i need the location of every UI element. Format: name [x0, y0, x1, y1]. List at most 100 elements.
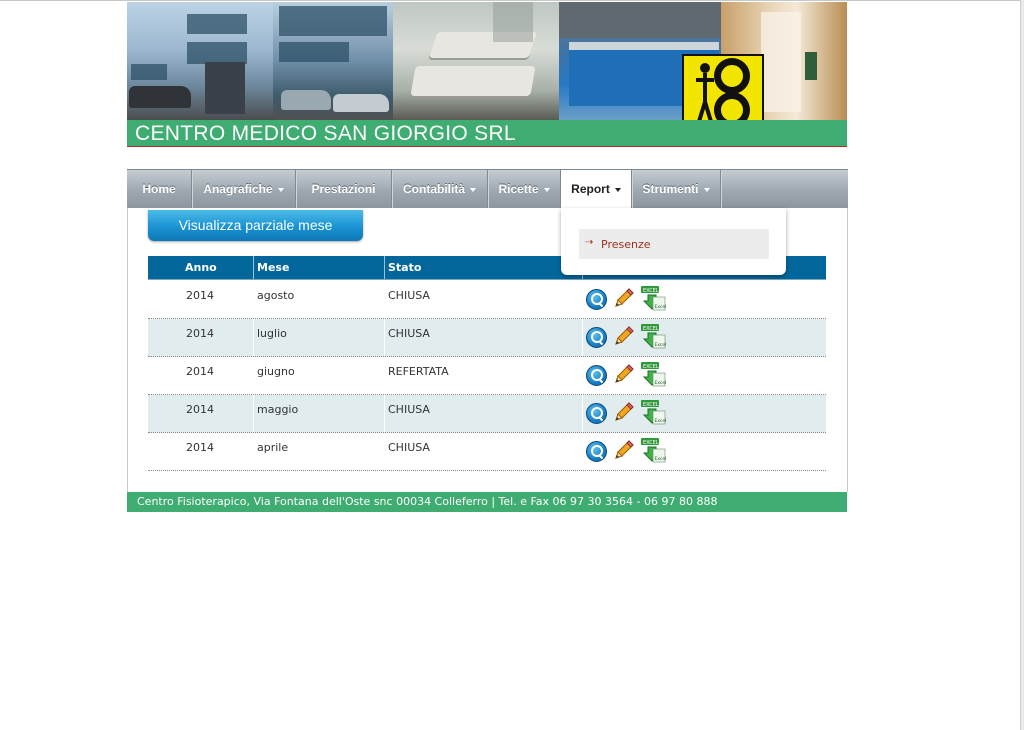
view-icon[interactable] — [586, 365, 607, 386]
svg-text:Excel: Excel — [655, 304, 667, 310]
building-photo — [127, 2, 273, 120]
svg-text:EXCEL: EXCEL — [643, 364, 659, 370]
svg-text:Excel: Excel — [655, 418, 667, 424]
edit-pencil-icon[interactable] — [612, 400, 636, 424]
header-divider — [127, 146, 847, 147]
therapy-room-photo — [393, 2, 559, 120]
excel-export-icon[interactable]: EXCEL Excel — [640, 399, 666, 425]
svg-text:EXCEL: EXCEL — [643, 326, 659, 332]
column-divider — [253, 281, 254, 318]
excel-export-icon[interactable]: EXCEL Excel — [640, 323, 666, 349]
site-title: CENTRO MEDICO SAN GIORGIO SRL — [135, 122, 516, 145]
view-partial-month-button[interactable]: Visualizza parziale mese — [148, 210, 363, 241]
nav-ricette-label: Ricette — [498, 182, 539, 196]
cell-stato: CHIUSA — [388, 441, 430, 454]
column-divider — [253, 395, 254, 432]
cell-mese: agosto — [257, 289, 295, 302]
table-row: 2014 luglio CHIUSA EXCEL Excel — [148, 319, 826, 357]
building-photo-right — [273, 2, 393, 120]
nav-home[interactable]: Home — [127, 170, 192, 208]
cell-mese: maggio — [257, 403, 299, 416]
edit-pencil-icon[interactable] — [612, 362, 636, 386]
chevron-down-icon — [703, 187, 710, 192]
table-row: 2014 aprile CHIUSA EXCEL Excel — [148, 433, 826, 471]
column-divider — [582, 357, 583, 394]
nav-report[interactable]: Report — [561, 170, 632, 209]
view-icon[interactable] — [586, 403, 607, 424]
menu-item-presenze-label: Presenze — [601, 238, 651, 251]
column-divider — [384, 433, 385, 470]
window-top-border — [0, 0, 1021, 1]
column-divider — [253, 433, 254, 470]
view-icon[interactable] — [586, 327, 607, 348]
cell-anno: 2014 — [186, 327, 214, 340]
column-divider — [582, 319, 583, 356]
nav-anagrafiche-label: Anagrafiche — [203, 182, 273, 196]
edit-pencil-icon[interactable] — [612, 324, 636, 348]
cell-anno: 2014 — [186, 403, 214, 416]
nav-prestazioni-label: Prestazioni — [311, 182, 376, 196]
arrow-right-icon: ⇢ — [585, 237, 594, 248]
svg-text:EXCEL: EXCEL — [643, 402, 659, 408]
chevron-down-icon — [543, 187, 550, 192]
column-divider — [384, 319, 385, 356]
column-divider — [253, 256, 254, 279]
svg-text:Excel: Excel — [655, 456, 667, 462]
column-header-stato: Stato — [388, 261, 422, 274]
cell-stato: CHIUSA — [388, 289, 430, 302]
header-banner: CENTRO MEDICO SAN GIORGIO SRL — [127, 2, 847, 147]
column-header-anno: Anno — [185, 261, 217, 274]
chevron-down-icon — [470, 187, 476, 192]
edit-pencil-icon[interactable] — [612, 438, 636, 462]
nav-prestazioni[interactable]: Prestazioni — [296, 170, 392, 208]
cell-mese: giugno — [257, 365, 295, 378]
vertical-scrollbar[interactable] — [1020, 0, 1024, 730]
cell-stato: REFERTATA — [388, 365, 449, 378]
chevron-down-icon — [614, 187, 621, 192]
cell-anno: 2014 — [186, 365, 214, 378]
menu-item-presenze[interactable]: ⇢ Presenze — [579, 229, 769, 259]
svg-text:EXCEL: EXCEL — [643, 440, 659, 446]
column-divider — [384, 256, 385, 279]
nav-report-label: Report — [571, 182, 610, 196]
table-header-underline — [148, 279, 826, 280]
svg-text:EXCEL: EXCEL — [643, 288, 659, 294]
chevron-down-icon — [277, 187, 284, 192]
cell-mese: aprile — [257, 441, 289, 454]
footer-contact-text: Centro Fisioterapico, Via Fontana dell'O… — [137, 495, 718, 508]
edit-pencil-icon[interactable] — [612, 286, 636, 310]
cell-mese: luglio — [257, 327, 287, 340]
column-header-mese: Mese — [257, 261, 290, 274]
nav-contabilita[interactable]: Contabilità — [392, 170, 488, 208]
nav-contabilita-label: Contabilità — [403, 182, 465, 196]
cell-stato: CHIUSA — [388, 327, 430, 340]
cell-anno: 2014 — [186, 289, 214, 302]
excel-export-icon[interactable]: EXCEL Excel — [640, 437, 666, 463]
column-divider — [582, 281, 583, 318]
nav-anagrafiche[interactable]: Anagrafiche — [192, 170, 296, 208]
column-divider — [582, 433, 583, 470]
svg-text:Excel: Excel — [655, 342, 667, 348]
nav-strumenti-label: Strumenti — [642, 182, 699, 196]
main-nav: Home Anagrafiche Prestazioni Contabilità… — [127, 169, 848, 209]
nav-home-label: Home — [142, 182, 176, 196]
view-icon[interactable] — [586, 441, 607, 462]
column-divider — [253, 357, 254, 394]
footer-bar: Centro Fisioterapico, Via Fontana dell'O… — [127, 492, 847, 512]
nav-strumenti[interactable]: Strumenti — [632, 170, 721, 208]
nav-ricette[interactable]: Ricette — [488, 170, 561, 208]
svg-text:Excel: Excel — [655, 380, 667, 386]
excel-export-icon[interactable]: EXCEL Excel — [640, 361, 666, 387]
view-icon[interactable] — [586, 289, 607, 310]
column-divider — [582, 395, 583, 432]
table-row: 2014 giugno REFERTATA EXCEL Excel — [148, 357, 826, 395]
column-divider — [253, 319, 254, 356]
column-divider — [384, 281, 385, 318]
cell-stato: CHIUSA — [388, 403, 430, 416]
table-row: 2014 agosto CHIUSA EXCEL Excel — [148, 281, 826, 319]
table-row: 2014 maggio CHIUSA EXCEL Excel — [148, 395, 826, 433]
excel-export-icon[interactable]: EXCEL Excel — [640, 285, 666, 311]
column-divider — [384, 395, 385, 432]
report-dropdown-menu: ⇢ Presenze — [561, 208, 786, 275]
column-divider — [384, 357, 385, 394]
